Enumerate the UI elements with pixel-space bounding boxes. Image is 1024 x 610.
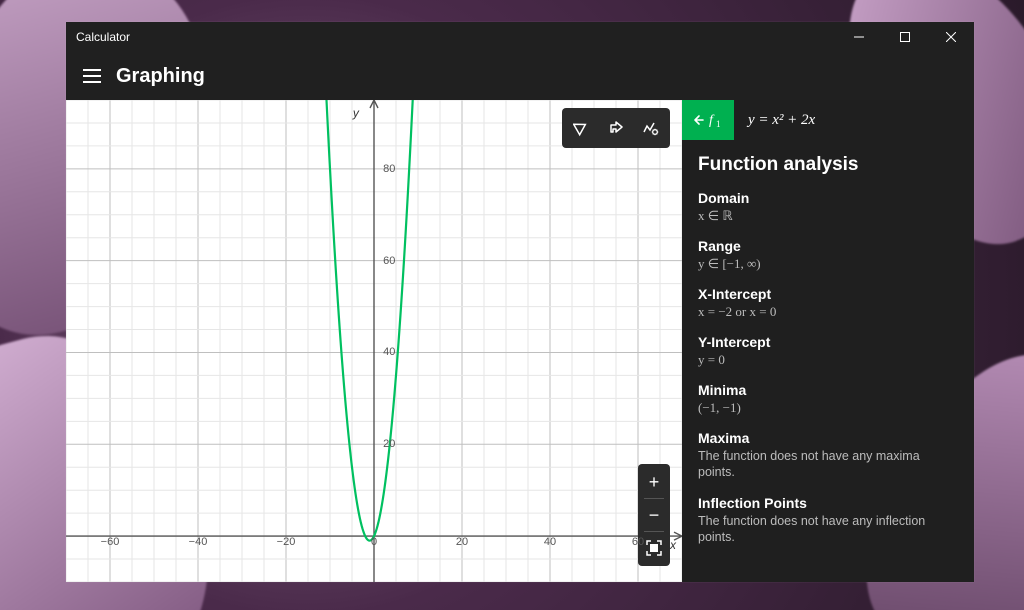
graph-toolbar <box>562 108 670 148</box>
prop-domain: Domain x ∈ ℝ <box>698 190 958 224</box>
trace-tool-button[interactable] <box>566 112 598 144</box>
share-button[interactable] <box>600 112 632 144</box>
y-tick: 40 <box>383 346 395 358</box>
function-expression: y = x² + 2x <box>734 112 815 129</box>
prop-domain-value: x ∈ ℝ <box>698 208 958 224</box>
hamburger-menu-button[interactable] <box>72 56 112 96</box>
y-tick: 20 <box>383 438 395 450</box>
zoom-fit-button[interactable] <box>640 534 668 562</box>
maximize-button[interactable] <box>882 22 928 52</box>
x-axis-label: x <box>670 538 676 552</box>
prop-maxima: Maxima The function does not have any ma… <box>698 430 958 481</box>
calculator-window: Calculator Graphing y x <box>66 22 974 582</box>
x-tick: 40 <box>544 536 556 548</box>
prop-range-label: Range <box>698 238 958 254</box>
app-title: Calculator <box>76 30 130 44</box>
titlebar[interactable]: Calculator <box>66 22 974 52</box>
close-button[interactable] <box>928 22 974 52</box>
mode-title: Graphing <box>116 65 205 88</box>
zoom-controls: + − <box>638 464 670 566</box>
x-tick: 60 <box>632 536 644 548</box>
function-header: f 1 y = x² + 2x <box>682 100 974 140</box>
header: Graphing <box>66 52 974 100</box>
x-tick: −40 <box>189 536 208 548</box>
prop-yintercept-label: Y-Intercept <box>698 334 958 350</box>
graph-canvas[interactable]: y x + − −6 <box>66 100 682 582</box>
prop-inflection-desc: The function does not have any inflectio… <box>698 513 958 546</box>
svg-text:f: f <box>709 113 715 128</box>
graph-plot <box>66 100 682 582</box>
prop-xintercept-label: X-Intercept <box>698 286 958 302</box>
prop-minima-value: (−1, −1) <box>698 400 958 416</box>
y-tick: 60 <box>383 255 395 267</box>
prop-xintercept-value: x = −2 or x = 0 <box>698 304 958 320</box>
prop-minima: Minima (−1, −1) <box>698 382 958 416</box>
prop-maxima-desc: The function does not have any maxima po… <box>698 448 958 481</box>
prop-xintercept: X-Intercept x = −2 or x = 0 <box>698 286 958 320</box>
prop-range: Range y ∈ [−1, ∞) <box>698 238 958 272</box>
x-tick: 0 <box>371 536 377 548</box>
prop-yintercept-value: y = 0 <box>698 352 958 368</box>
graph-options-button[interactable] <box>634 112 666 144</box>
analysis-title: Function analysis <box>698 154 958 176</box>
svg-text:1: 1 <box>716 119 721 129</box>
y-axis-label: y <box>353 106 359 120</box>
x-tick: −60 <box>101 536 120 548</box>
zoom-out-button[interactable]: − <box>640 501 668 529</box>
back-button[interactable]: f 1 <box>682 100 734 140</box>
analysis-panel: f 1 y = x² + 2x Function analysis Domain… <box>682 100 974 582</box>
prop-inflection-label: Inflection Points <box>698 495 958 511</box>
x-tick: 20 <box>456 536 468 548</box>
prop-yintercept: Y-Intercept y = 0 <box>698 334 958 368</box>
prop-range-value: y ∈ [−1, ∞) <box>698 256 958 272</box>
x-tick: −20 <box>277 536 296 548</box>
prop-domain-label: Domain <box>698 190 958 206</box>
minimize-button[interactable] <box>836 22 882 52</box>
prop-maxima-label: Maxima <box>698 430 958 446</box>
prop-minima-label: Minima <box>698 382 958 398</box>
y-tick: 80 <box>383 163 395 175</box>
zoom-in-button[interactable]: + <box>640 468 668 496</box>
prop-inflection: Inflection Points The function does not … <box>698 495 958 546</box>
